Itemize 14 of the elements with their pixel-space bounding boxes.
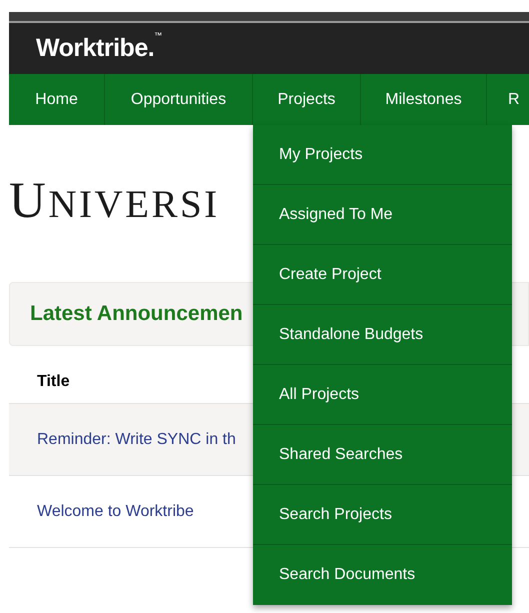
panel-title: Latest Announcemen xyxy=(30,301,243,328)
university-logo: UNIVERSI xyxy=(9,176,220,226)
menu-item[interactable]: Create Project xyxy=(253,245,512,305)
menu-item[interactable]: All Projects xyxy=(253,365,512,425)
menu-item[interactable]: Search Documents xyxy=(253,545,512,605)
menu-item[interactable]: Shared Searches xyxy=(253,425,512,485)
logo[interactable]: Worktribe.$^{™}$ xyxy=(36,30,162,68)
announcement-link[interactable]: Welcome to Worktribe xyxy=(37,500,194,524)
menu-item[interactable]: Assigned To Me xyxy=(253,185,512,245)
announcement-link[interactable]: Reminder: Write SYNC in th xyxy=(37,428,236,452)
menu-item[interactable]: Search Projects xyxy=(253,485,512,545)
menu-item[interactable]: My Projects xyxy=(253,125,512,185)
column-header: Title xyxy=(37,372,70,392)
menu-item[interactable]: Standalone Budgets xyxy=(253,305,512,365)
